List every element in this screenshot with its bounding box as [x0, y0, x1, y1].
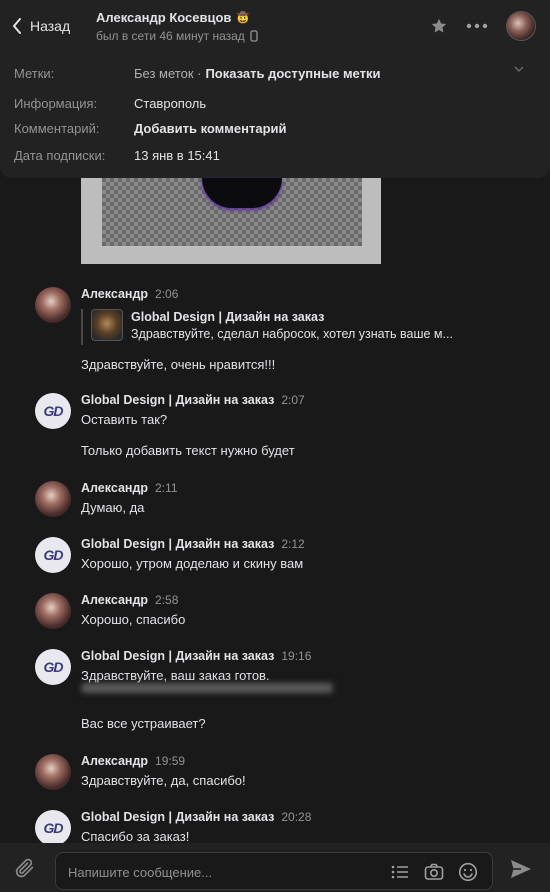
- message-text: Оставить так?: [81, 412, 168, 427]
- tags-value: Без меток ·: [134, 66, 202, 81]
- message-time: 2:06: [155, 287, 179, 301]
- list-icon[interactable]: [390, 862, 410, 882]
- reply-quote[interactable]: Global Design | Дизайн на заказ Здравств…: [81, 309, 481, 345]
- chevron-left-icon: [12, 18, 21, 34]
- reply-text: Здравствуйте, сделал набросок, хотел узн…: [131, 327, 453, 341]
- message-time: 2:07: [281, 393, 305, 407]
- contact-info-panel: Метки: Без меток · Показать доступные ме…: [0, 52, 550, 178]
- message-text: Только добавить текст нужно будет: [81, 443, 295, 458]
- message-item: Александр 2:06 Global Design | Дизайн на…: [35, 287, 515, 372]
- user-avatar[interactable]: [35, 481, 71, 517]
- image-dark-shape: [202, 178, 282, 208]
- add-comment-link[interactable]: Добавить комментарий: [134, 121, 287, 136]
- image-preview: [102, 178, 362, 246]
- message-input[interactable]: Напишите сообщение...: [55, 852, 493, 890]
- tags-label: Метки:: [14, 66, 55, 81]
- message-item: GD Global Design | Дизайн на заказ 2:12 …: [35, 537, 515, 577]
- message-text: Здравствуйте, да, спасибо!: [81, 773, 246, 788]
- user-avatar[interactable]: [35, 287, 71, 323]
- subscription-row: Дата подписки: 13 янв в 15:41: [14, 148, 220, 163]
- sender-name[interactable]: Global Design | Дизайн на заказ: [81, 393, 274, 407]
- sender-name[interactable]: Александр: [81, 287, 148, 301]
- chat-header: Назад Александр Косевцов 🤠 был в сети 46…: [0, 0, 550, 52]
- sender-name[interactable]: Global Design | Дизайн на заказ: [81, 810, 274, 824]
- paperclip-icon[interactable]: [14, 857, 36, 879]
- message-time: 19:59: [155, 754, 186, 768]
- name-emoji: 🤠: [236, 11, 251, 24]
- comment-row: Комментарий: Добавить комментарий: [14, 121, 287, 136]
- sender-name[interactable]: Александр: [81, 593, 148, 607]
- group-avatar[interactable]: GD: [35, 537, 71, 573]
- sender-name[interactable]: Global Design | Дизайн на заказ: [81, 537, 274, 551]
- group-avatar[interactable]: GD: [35, 649, 71, 685]
- header-avatar[interactable]: [506, 11, 536, 41]
- message-composer: Напишите сообщение...: [0, 843, 550, 892]
- message-time: 20:28: [281, 810, 312, 824]
- sender-name[interactable]: Global Design | Дизайн на заказ: [81, 649, 274, 663]
- message-text: Здравствуйте, очень нравится!!!: [81, 357, 276, 372]
- info-row: Информация: Ставрополь: [14, 96, 206, 111]
- mobile-icon: [250, 29, 258, 42]
- date-label: Дата подписки:: [14, 148, 106, 163]
- camera-icon[interactable]: [424, 862, 444, 882]
- smile-icon[interactable]: [458, 862, 478, 882]
- sender-name[interactable]: Александр: [81, 481, 148, 495]
- message-time: 2:12: [281, 537, 305, 551]
- blurred-link[interactable]: [81, 683, 333, 693]
- message-item: Александр 19:59 Здравствуйте, да, спасиб…: [35, 754, 515, 794]
- back-label: Назад: [30, 18, 71, 34]
- send-icon[interactable]: [510, 859, 532, 879]
- date-value: 13 янв в 15:41: [134, 148, 220, 163]
- message-text: Вас все устраивает?: [81, 716, 206, 731]
- message-item: Александр 2:11 Думаю, да: [35, 481, 515, 521]
- message-item: Александр 2:58 Хорошо, спасибо: [35, 593, 515, 633]
- online-status: был в сети 46 минут назад: [96, 28, 245, 43]
- message-placeholder: Напишите сообщение...: [68, 865, 213, 880]
- user-avatar[interactable]: [35, 754, 71, 790]
- info-value: Ставрополь: [134, 96, 207, 111]
- message-item: GD Global Design | Дизайн на заказ 2:07 …: [35, 393, 515, 463]
- group-avatar[interactable]: GD: [35, 393, 71, 429]
- show-tags-link[interactable]: Показать доступные метки: [205, 66, 380, 81]
- reply-avatar: [91, 309, 123, 341]
- message-item: GD Global Design | Дизайн на заказ 19:16…: [35, 649, 515, 733]
- info-label: Информация:: [14, 96, 98, 111]
- message-text: Хорошо, спасибо: [81, 612, 186, 627]
- message-text: Хорошо, утром доделаю и скину вам: [81, 556, 304, 571]
- message-time: 2:11: [155, 481, 178, 495]
- message-text: Спасибо за заказ!: [81, 829, 190, 844]
- contact-name: Александр Косевцов: [96, 9, 232, 25]
- message-time: 2:58: [155, 593, 179, 607]
- back-button[interactable]: Назад: [0, 18, 96, 34]
- chevron-down-icon[interactable]: [514, 66, 524, 72]
- message-item: GD Global Design | Дизайн на заказ 20:28…: [35, 810, 515, 846]
- chat-title[interactable]: Александр Косевцов 🤠 был в сети 46 минут…: [96, 10, 430, 43]
- user-avatar[interactable]: [35, 593, 71, 629]
- tags-row: Метки: Без меток · Показать доступные ме…: [14, 66, 380, 81]
- sender-name[interactable]: Александр: [81, 754, 148, 768]
- image-attachment[interactable]: [81, 178, 381, 264]
- reply-sender: Global Design | Дизайн на заказ: [131, 310, 325, 324]
- group-avatar[interactable]: GD: [35, 810, 71, 846]
- more-icon[interactable]: [466, 23, 488, 29]
- message-text: Думаю, да: [81, 500, 145, 515]
- star-icon[interactable]: [430, 17, 448, 35]
- comment-label: Комментарий:: [14, 121, 100, 136]
- message-text: Здравствуйте, ваш заказ готов.: [81, 668, 270, 683]
- message-time: 19:16: [281, 649, 312, 663]
